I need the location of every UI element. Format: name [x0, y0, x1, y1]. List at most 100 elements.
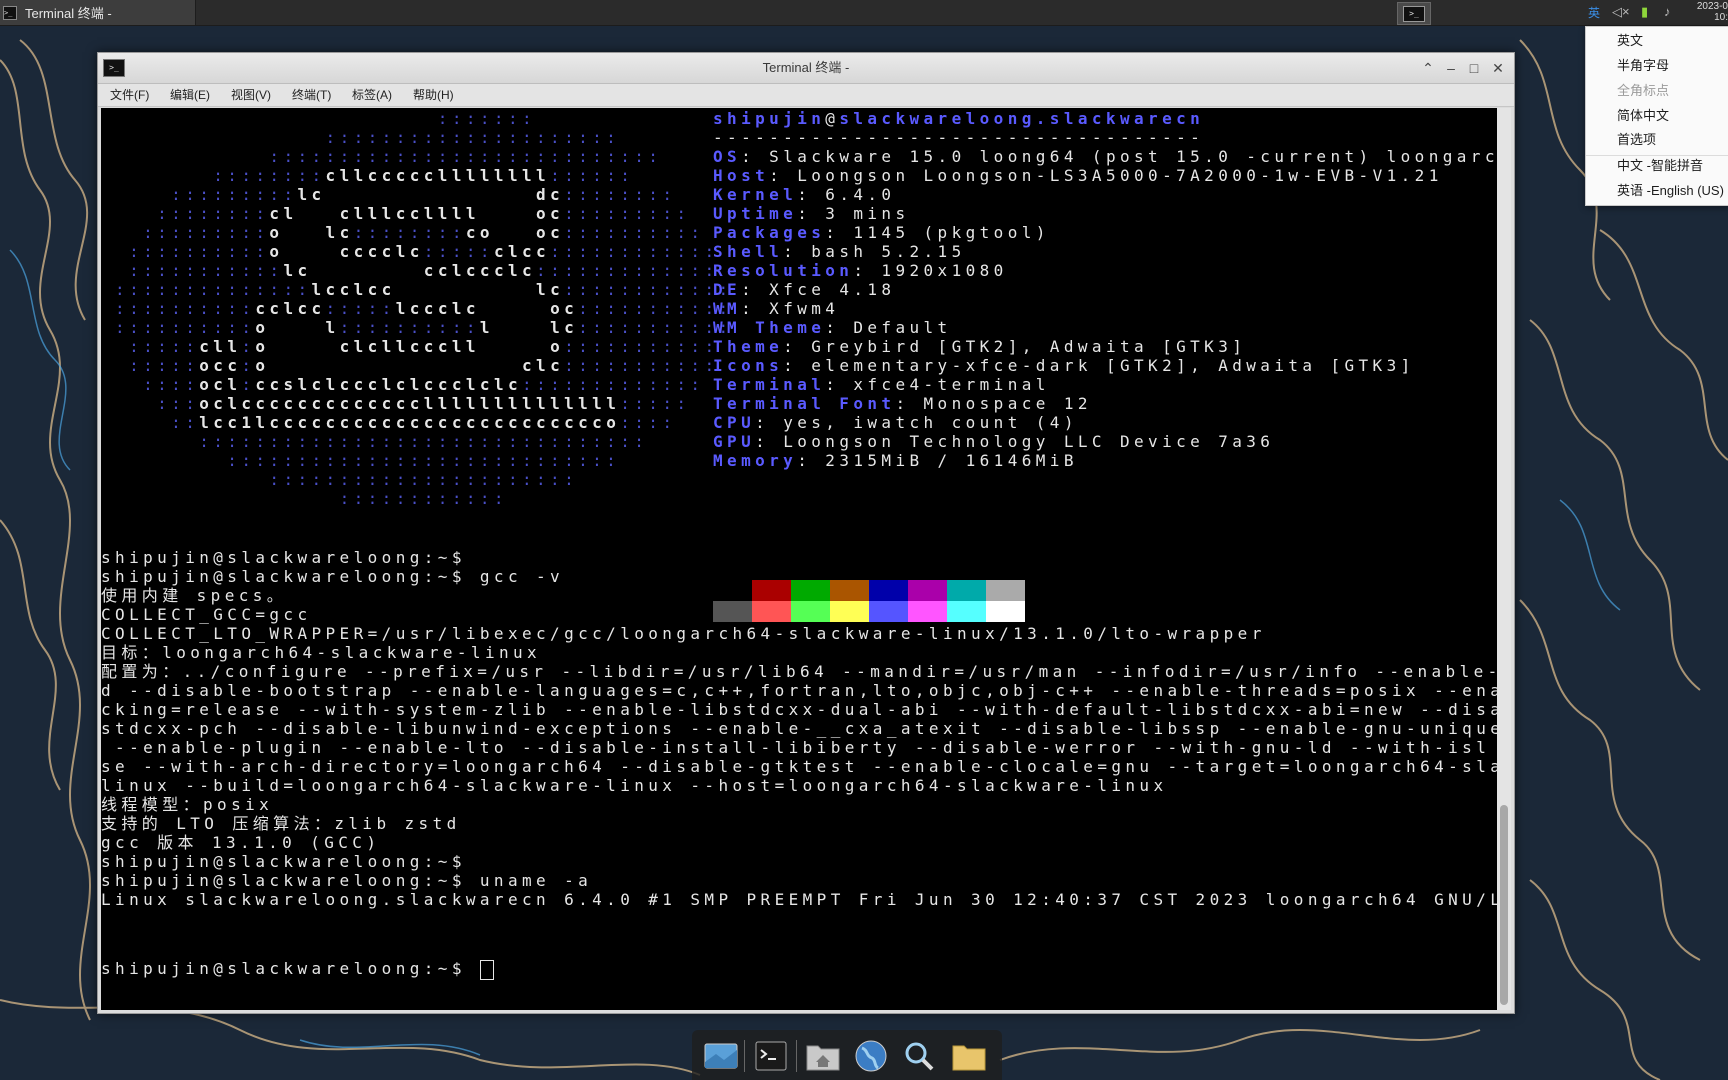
volume-muted-icon[interactable]: ◁× [1612, 4, 1630, 20]
neofetch-info-row: Uptime: 3 mins [713, 204, 910, 223]
terminal-line: 线程模型：posix [101, 795, 274, 814]
neofetch-info-key: DE [713, 280, 742, 299]
neofetch-logo-line: :::::occ:o clc::::::::::: [129, 356, 719, 375]
neofetch-host: slackwareloong.slackwarecn [839, 109, 1205, 128]
terminal-icon[interactable] [752, 1038, 790, 1074]
neofetch-info-value: Monospace 12 [923, 394, 1092, 413]
neofetch-logo-line: ::::::::::::::::::::: [325, 128, 621, 147]
neofetch-info-key: Terminal [713, 375, 826, 394]
notification-bell-icon[interactable]: ♪ [1664, 4, 1671, 19]
neofetch-info-row: Terminal: xfce4-terminal [713, 375, 1050, 394]
palette-swatch [869, 601, 908, 622]
taskbar-window-button[interactable]: >_ Terminal 终端 - [0, 0, 196, 25]
close-button[interactable]: ✕ [1488, 58, 1508, 78]
menu-file[interactable]: 文件(F) [110, 84, 149, 106]
minimize-button[interactable]: – [1441, 58, 1461, 78]
neofetch-info-row: DE: Xfce 4.18 [713, 280, 896, 299]
neofetch-info-value: bash 5.2.15 [811, 242, 966, 261]
ime-menu-item-preferences[interactable]: 首选项 [1617, 129, 1656, 151]
terminal-line: 支持的 LTO 压缩算法：zlib zstd [101, 814, 461, 833]
neofetch-info-value: 2315MiB / 16146MiB [825, 451, 1078, 470]
neofetch-logo-line: ::::::::::o l::::::::::l lc::::::::::: [115, 318, 733, 337]
neofetch-logo-line: :::::::::::::::::::::::::::::::: [199, 432, 649, 451]
neofetch-logo-line: :::::::::::: [339, 489, 508, 508]
app-finder-icon[interactable] [900, 1038, 938, 1074]
neofetch-logo-line: :::::::::::lc cclccclc::::::::::::: [129, 261, 719, 280]
neofetch-logo-line: ::::::::::cclcc:::::lccclc oc::::::::::: [115, 299, 733, 318]
menu-bar: 文件(F) 编辑(E) 视图(V) 终端(T) 标签(A) 帮助(H) [98, 84, 1514, 107]
neofetch-info-value: elementary-xfce-dark [GTK2], Adwaita [GT… [811, 356, 1415, 375]
battery-icon[interactable]: ▮ [1641, 4, 1648, 20]
ime-menu-item-english-us[interactable]: 英语 -English (US) [1617, 180, 1724, 202]
maximize-button[interactable]: □ [1464, 58, 1484, 78]
neofetch-info-key: Uptime [713, 204, 798, 223]
neofetch-info-value: 1920x1080 [881, 261, 1008, 280]
neofetch-info-row: Shell: bash 5.2.15 [713, 242, 966, 261]
neofetch-info-key: WM [713, 299, 742, 318]
file-manager-icon[interactable] [950, 1038, 988, 1074]
neofetch-logo-line: ::::ocl:ccslclccclclccclclc::::::::::::: [143, 375, 705, 394]
menu-edit[interactable]: 编辑(E) [170, 84, 210, 106]
terminal-line: 目标：loongarch64-slackware-linux [101, 643, 542, 662]
scrollbar-thumb[interactable] [1500, 805, 1508, 1005]
desktop-icon[interactable] [702, 1038, 740, 1074]
terminal-line: 配置为：../configure --prefix=/usr --libdir=… [101, 662, 1497, 681]
neofetch-info-value: 3 mins [825, 204, 910, 223]
neofetch-info-key: Packages [713, 223, 826, 242]
scrollbar[interactable] [1497, 108, 1511, 1010]
top-panel: >_ Terminal 终端 - >_ 英 ◁× ▮ ♪ 2023-0 10: [0, 0, 1728, 26]
neofetch-info-row: WM Theme: Default [713, 318, 952, 337]
palette-swatch [869, 580, 908, 601]
neofetch-info-key: Shell [713, 242, 784, 261]
neofetch-info-row: WM: Xfwm4 [713, 299, 840, 318]
final-prompt: shipujin@slackwareloong:~$ [101, 959, 480, 978]
home-folder-icon[interactable] [804, 1038, 842, 1074]
neofetch-info-row: Kernel: 6.4.0 [713, 185, 896, 204]
ime-menu-item-halfwidth[interactable]: 半角字母 [1617, 55, 1669, 77]
palette-swatch [908, 580, 947, 601]
menu-help[interactable]: 帮助(H) [413, 84, 454, 106]
palette-swatch [713, 580, 752, 601]
neofetch-info-key: GPU [713, 432, 756, 451]
clock-time: 10: [1714, 12, 1728, 23]
clock[interactable]: 2023-0 10: [1694, 1, 1728, 23]
neofetch-info-value: Xfwm4 [769, 299, 840, 318]
palette-swatch [830, 601, 869, 622]
palette-swatch [947, 580, 986, 601]
menu-terminal[interactable]: 终端(T) [292, 84, 331, 106]
neofetch-logo-line: ::::::::cl clllccllll oc::::::::: [157, 204, 691, 223]
neofetch-info-value: yes, iwatch count (4) [783, 413, 1078, 432]
menu-view[interactable]: 视图(V) [231, 84, 271, 106]
palette-swatch [947, 601, 986, 622]
dock-separator [796, 1040, 797, 1072]
terminal-line: shipujin@slackwareloong:~$ [101, 548, 466, 567]
workspace-terminal-button[interactable]: >_ [1397, 2, 1431, 25]
ime-menu-item-simplified[interactable]: 简体中文 [1617, 105, 1669, 127]
terminal-line: COLLECT_LTO_WRAPPER=/usr/libexec/gcc/loo… [101, 624, 1266, 643]
terminal-line: se --with-arch-directory=loongarch64 --d… [101, 757, 1497, 776]
terminal-icon: >_ [1403, 5, 1425, 22]
neofetch-logo-line: ::::::::cllcccccllllllll:::::: [213, 166, 635, 185]
web-browser-icon[interactable] [852, 1038, 890, 1074]
neofetch-info-key: Kernel [713, 185, 798, 204]
ime-menu-item-pinyin[interactable]: 中文 -智能拼音 [1617, 155, 1703, 177]
ime-indicator[interactable]: 英 [1588, 4, 1600, 21]
terminal-line: Linux slackwareloong.slackwarecn 6.4.0 #… [101, 890, 1497, 909]
neofetch-logo-line: :::oclcccccccccccccllllllllllllll::::: [157, 394, 691, 413]
menu-tabs[interactable]: 标签(A) [352, 84, 392, 106]
window-title-bar[interactable]: >_ Terminal 终端 - ⌃ – □ ✕ [98, 53, 1514, 84]
final-prompt-line: shipujin@slackwareloong:~$ [101, 958, 494, 980]
neofetch-info-key: Resolution [713, 261, 854, 280]
terminal-output[interactable]: ::::::: ::::::::::::::::::::: ::::::::::… [101, 108, 1497, 1010]
ime-menu-item-english[interactable]: 英文 [1617, 30, 1643, 52]
palette-swatch [986, 601, 1025, 622]
shade-button[interactable]: ⌃ [1418, 58, 1438, 78]
neofetch-info-value: xfce4-terminal [853, 375, 1050, 394]
neofetch-info-key: OS [713, 147, 742, 166]
neofetch-info-value: Xfce 4.18 [769, 280, 896, 299]
terminal-window: >_ Terminal 终端 - ⌃ – □ ✕ 文件(F) 编辑(E) 视图(… [97, 52, 1515, 1014]
neofetch-logo-line: :::::cll:o clcllcccll o::::::::::: [129, 337, 719, 356]
neofetch-info-key: Theme [713, 337, 784, 356]
palette-swatch [791, 580, 830, 601]
neofetch-logo-line: :::::::::o lc::::::::co oc:::::::::: [143, 223, 705, 242]
